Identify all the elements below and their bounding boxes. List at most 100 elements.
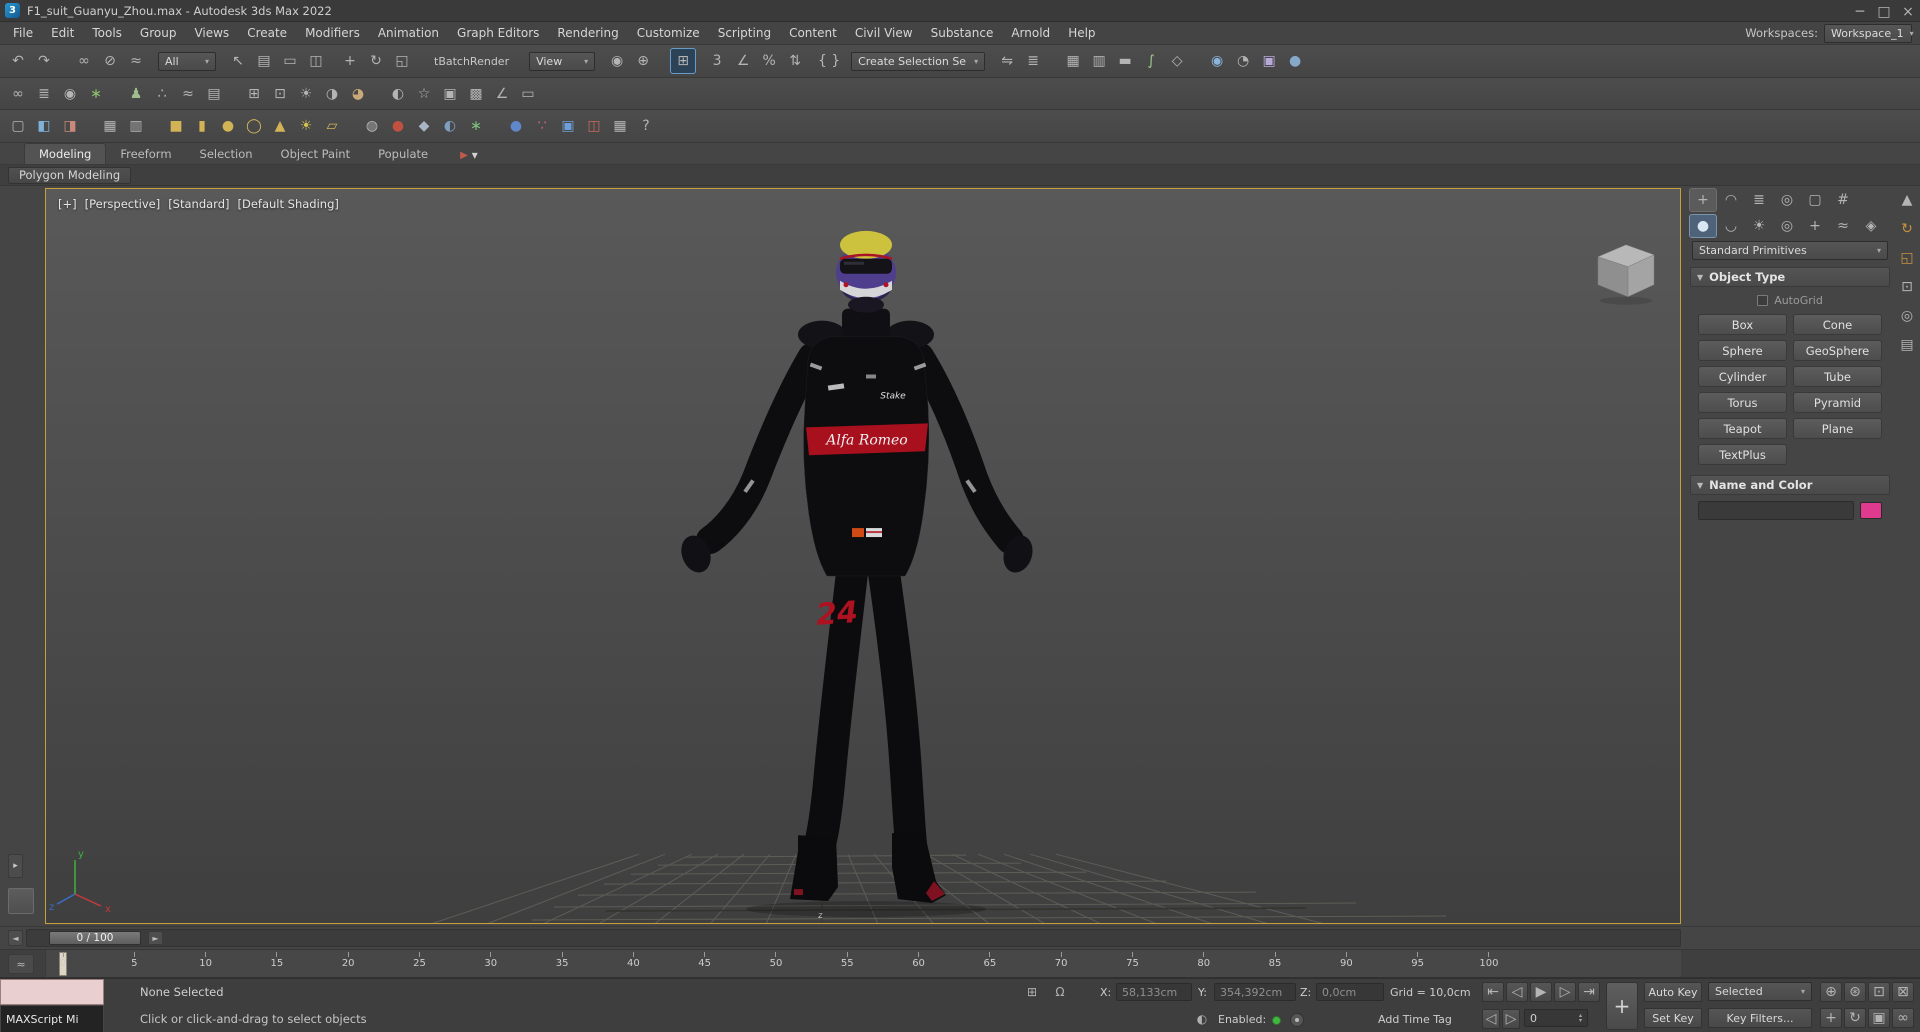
menu-group[interactable]: Group xyxy=(131,22,186,44)
bind-to-space-warp-icon[interactable]: ≈ xyxy=(124,49,148,73)
menu-customize[interactable]: Customize xyxy=(628,22,709,44)
previous-key-icon[interactable]: ◁ xyxy=(1482,1009,1500,1029)
material-sphere-icon[interactable]: ● xyxy=(504,114,528,138)
menu-content[interactable]: Content xyxy=(780,22,846,44)
zoom-all-icon[interactable]: ⊛ xyxy=(1844,982,1866,1002)
render-presets-icon[interactable]: ◕ xyxy=(346,82,370,106)
play-icon[interactable]: ▶ xyxy=(1530,982,1552,1002)
x-coordinate-field[interactable]: 58,133cm xyxy=(1116,983,1192,1001)
scene-explorer-icon[interactable]: ▦ xyxy=(1061,49,1085,73)
pyramid-button[interactable]: Pyramid xyxy=(1793,392,1882,413)
next-key-icon[interactable]: ▷ xyxy=(1502,1009,1520,1029)
video-icon[interactable]: ▣ xyxy=(556,114,580,138)
percent-snap-icon[interactable]: % xyxy=(757,49,781,73)
previous-frame-arrow[interactable]: ◄ xyxy=(8,930,23,946)
environment-icon[interactable]: ◐ xyxy=(386,82,410,106)
viewport-plus-menu[interactable]: [+] xyxy=(58,197,77,211)
primitive-category-dropdown[interactable]: Standard Primitives ▾ xyxy=(1692,241,1888,260)
plane-button[interactable]: Plane xyxy=(1793,418,1882,439)
orbit-icon[interactable]: ↻ xyxy=(1844,1008,1866,1028)
cone-primitive-icon[interactable]: ▲ xyxy=(268,114,292,138)
viewport-standard-menu[interactable]: [Standard] xyxy=(168,197,229,211)
assembly-icon[interactable]: ⊡ xyxy=(268,82,292,106)
select-and-scale-icon[interactable]: ◱ xyxy=(390,49,414,73)
menu-substance[interactable]: Substance xyxy=(922,22,1003,44)
ribbon-toggle-icon[interactable]: ▬ xyxy=(1113,49,1137,73)
keyboard-override-icon[interactable]: ⊞ xyxy=(670,48,697,74)
z-coordinate-field[interactable]: 0,0cm xyxy=(1316,983,1384,1001)
zoom-extents-icon[interactable]: ⊡ xyxy=(1868,982,1890,1002)
tab-modeling[interactable]: Modeling xyxy=(24,143,107,164)
menu-edit[interactable]: Edit xyxy=(42,22,83,44)
crowd-icon[interactable]: ∴ xyxy=(150,82,174,106)
zoom-icon[interactable]: ⊕ xyxy=(1820,982,1842,1002)
link-info-icon[interactable]: ∞ xyxy=(6,82,30,106)
textplus-button[interactable]: TextPlus xyxy=(1698,444,1787,465)
pan-icon[interactable]: + xyxy=(1820,1008,1842,1028)
selection-lock-icon[interactable]: Ω xyxy=(1050,982,1070,1002)
maximize-viewport-icon[interactable]: ▣ xyxy=(1868,1008,1890,1028)
workspace-dropdown[interactable]: Workspace_1 ▾ xyxy=(1824,23,1914,43)
object-type-rollout-header[interactable]: ▼ Object Type xyxy=(1690,267,1890,287)
minimize-icon[interactable]: ─ xyxy=(1848,0,1872,24)
set-key-button[interactable]: Set Key xyxy=(1644,1008,1702,1028)
set-keys-button[interactable]: + xyxy=(1606,982,1638,1030)
time-slider-handle[interactable]: 0 / 100 xyxy=(49,931,141,945)
viewport-shading-menu[interactable]: [Default Shading] xyxy=(237,197,338,211)
window-crossing-icon[interactable]: ◫ xyxy=(304,49,328,73)
frame-spinner[interactable]: ▴ ▾ xyxy=(1579,1013,1582,1024)
light-lister-icon[interactable]: ☀ xyxy=(294,82,318,106)
help-icon[interactable]: ? xyxy=(634,114,658,138)
building-icon[interactable]: ▦ xyxy=(608,114,632,138)
tab-object-paint[interactable]: Object Paint xyxy=(267,144,365,164)
menu-file[interactable]: File xyxy=(4,22,42,44)
menu-graph-editors[interactable]: Graph Editors xyxy=(448,22,548,44)
key-filters-button[interactable]: Key Filters... xyxy=(1708,1008,1812,1028)
snapshot-icon[interactable]: ◎ xyxy=(1897,306,1917,326)
walkthrough-icon[interactable]: ∞ xyxy=(1892,1008,1914,1028)
cameras-category-icon[interactable]: ◎ xyxy=(1774,215,1800,237)
menu-civil-view[interactable]: Civil View xyxy=(846,22,922,44)
sphere-primitive-icon[interactable]: ● xyxy=(216,114,240,138)
space-warps-category-icon[interactable]: ≈ xyxy=(1830,215,1856,237)
menu-scripting[interactable]: Scripting xyxy=(709,22,780,44)
box-button[interactable]: Box xyxy=(1698,314,1787,335)
viewport-config-icon[interactable]: ▢ xyxy=(6,114,30,138)
modify-tab-icon[interactable]: ◠ xyxy=(1718,189,1744,211)
use-pivot-point-icon[interactable]: ◉ xyxy=(605,49,629,73)
character-icon[interactable]: ♟ xyxy=(124,82,148,106)
macro-recorder-field[interactable] xyxy=(0,979,104,1005)
curve-editor-icon[interactable]: ∫ xyxy=(1139,49,1163,73)
timeline-ruler[interactable]: 0 5 10 15 20 25 30 35 40 45 50 55 60 65 70 75 80 85 90 95 10… xyxy=(45,950,1681,977)
menu-animation[interactable]: Animation xyxy=(369,22,448,44)
select-and-rotate-icon[interactable]: ↻ xyxy=(364,49,388,73)
named-selection-sets-icon[interactable]: { } xyxy=(817,49,841,73)
object-color-swatch[interactable] xyxy=(1860,502,1882,519)
teapot-button[interactable]: Teapot xyxy=(1698,418,1787,439)
autogrid-checkbox[interactable] xyxy=(1757,294,1769,306)
video-post-icon[interactable]: ▣ xyxy=(438,82,462,106)
select-and-link-icon[interactable]: ∞ xyxy=(72,49,96,73)
mirror-icon[interactable]: ⇋ xyxy=(995,49,1019,73)
tab-populate[interactable]: Populate xyxy=(364,144,442,164)
grid-toggle-icon[interactable]: ▦ xyxy=(98,114,122,138)
pivot-tool-icon[interactable]: ◉ xyxy=(58,82,82,106)
maximize-icon[interactable]: □ xyxy=(1872,0,1896,24)
current-frame-field[interactable]: 0 ▴ ▾ xyxy=(1524,1009,1588,1027)
render-production-icon[interactable]: ● xyxy=(1283,49,1307,73)
select-by-name-icon[interactable]: ▤ xyxy=(252,49,276,73)
align-icon[interactable]: ≣ xyxy=(1021,49,1045,73)
redo-icon[interactable]: ↷ xyxy=(32,49,56,73)
next-frame-icon[interactable]: ▷ xyxy=(1554,982,1576,1002)
snap-grid-icon[interactable]: ▥ xyxy=(124,114,148,138)
next-frame-arrow[interactable]: ► xyxy=(148,931,163,945)
systems-category-icon[interactable]: ◈ xyxy=(1858,215,1884,237)
plant-icon[interactable]: ∗ xyxy=(84,82,108,106)
shapes-category-icon[interactable]: ◡ xyxy=(1718,215,1744,237)
box-primitive-icon[interactable]: ■ xyxy=(164,114,188,138)
layer-list-icon[interactable]: ▤ xyxy=(202,82,226,106)
batch-render-label[interactable]: tBatchRender xyxy=(434,55,509,68)
material-editor-icon[interactable]: ◉ xyxy=(1205,49,1229,73)
torus-button[interactable]: Torus xyxy=(1698,392,1787,413)
undo-icon[interactable]: ↶ xyxy=(6,49,30,73)
